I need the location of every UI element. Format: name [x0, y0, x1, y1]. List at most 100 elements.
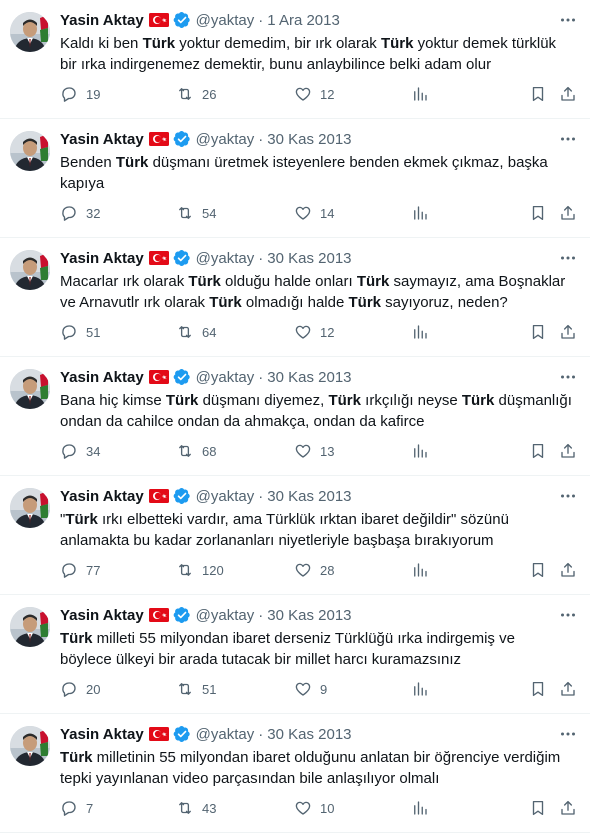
author-handle[interactable]: @yaktay: [196, 250, 255, 267]
share-button[interactable]: [559, 679, 577, 699]
repost-button[interactable]: 51: [176, 679, 216, 699]
repost-button[interactable]: 54: [176, 203, 216, 223]
bookmark-button[interactable]: [529, 203, 547, 223]
views-button[interactable]: [411, 560, 429, 580]
tweet[interactable]: Yasin Aktay @yaktay · 30 Kas 2013: [0, 357, 590, 476]
reply-button[interactable]: 32: [60, 203, 100, 223]
share-button[interactable]: [559, 322, 577, 342]
bold-keyword: Türk: [209, 294, 242, 311]
tweet-date[interactable]: 30 Kas 2013: [267, 250, 351, 267]
author-handle[interactable]: @yaktay: [196, 726, 255, 743]
heart-icon: [295, 87, 311, 101]
author-handle[interactable]: @yaktay: [196, 488, 255, 505]
author-name[interactable]: Yasin Aktay: [60, 369, 144, 386]
text-segment: kapıya: [60, 175, 105, 192]
avatar[interactable]: [10, 131, 50, 171]
tweet-text-line: ve Arnavutlr ırk olarak Türk olmadığı ha…: [60, 292, 582, 313]
bookmark-button[interactable]: [529, 322, 547, 342]
bookmark-button[interactable]: [529, 441, 547, 461]
reply-button[interactable]: 19: [60, 84, 100, 104]
author-handle[interactable]: @yaktay: [196, 369, 255, 386]
bookmark-button[interactable]: [529, 798, 547, 818]
repost-icon: [179, 683, 191, 695]
bookmark-button[interactable]: [529, 679, 547, 699]
like-button[interactable]: 12: [294, 84, 334, 104]
tweet-date[interactable]: 30 Kas 2013: [267, 607, 351, 624]
bookmark-button[interactable]: [529, 560, 547, 580]
avatar[interactable]: [10, 12, 50, 52]
bold-keyword: Türk: [188, 273, 221, 290]
tweet[interactable]: Yasin Aktay @yaktay · 30 Kas 2013: [0, 238, 590, 357]
author-name[interactable]: Yasin Aktay: [60, 12, 144, 29]
verified-badge-icon: [173, 487, 191, 505]
reply-button[interactable]: 20: [60, 679, 100, 699]
tweet-date[interactable]: 30 Kas 2013: [267, 131, 351, 148]
tweet-date[interactable]: 1 Ara 2013: [267, 12, 340, 29]
more-options-icon[interactable]: [558, 486, 578, 506]
tweet-date[interactable]: 30 Kas 2013: [267, 369, 351, 386]
views-button[interactable]: [411, 84, 429, 104]
views-button[interactable]: [411, 679, 429, 699]
avatar[interactable]: [10, 369, 50, 409]
share-button[interactable]: [559, 203, 577, 223]
like-button[interactable]: 28: [294, 560, 334, 580]
like-button[interactable]: 12: [294, 322, 334, 342]
repost-button[interactable]: 26: [176, 84, 216, 104]
more-options-icon[interactable]: [558, 367, 578, 387]
avatar[interactable]: [10, 488, 50, 528]
like-button[interactable]: 9: [294, 679, 327, 699]
reply-button[interactable]: 34: [60, 441, 100, 461]
reply-icon: [62, 87, 76, 102]
reply-button[interactable]: 7: [60, 798, 93, 818]
author-name[interactable]: Yasin Aktay: [60, 250, 144, 267]
author-handle[interactable]: @yaktay: [196, 131, 255, 148]
share-icon: [561, 324, 575, 339]
tweet-date[interactable]: 30 Kas 2013: [267, 488, 351, 505]
views-button[interactable]: [411, 203, 429, 223]
author-name[interactable]: Yasin Aktay: [60, 131, 144, 148]
more-options-icon[interactable]: [558, 724, 578, 744]
like-button[interactable]: 14: [294, 203, 334, 223]
more-options-icon[interactable]: [558, 129, 578, 149]
heart-icon: [295, 444, 311, 458]
avatar[interactable]: [10, 250, 50, 290]
bold-keyword: Türk: [165, 392, 199, 409]
like-button[interactable]: 13: [294, 441, 334, 461]
author-handle[interactable]: @yaktay: [196, 12, 255, 29]
reply-button[interactable]: 77: [60, 560, 100, 580]
views-button[interactable]: [411, 441, 429, 461]
share-button[interactable]: [559, 441, 577, 461]
author-handle[interactable]: @yaktay: [196, 607, 255, 624]
tweet[interactable]: Yasin Aktay @yaktay · 30 Kas 2013: [0, 595, 590, 714]
repost-button[interactable]: 120: [176, 560, 224, 580]
tweet[interactable]: Yasin Aktay @yaktay · 30 Kas 2013: [0, 476, 590, 595]
share-button[interactable]: [559, 560, 577, 580]
bookmark-icon: [532, 800, 544, 816]
text-segment: milletinin 55 milyondan ibaret olduğunu …: [92, 749, 561, 766]
views-button[interactable]: [411, 798, 429, 818]
reply-button[interactable]: 51: [60, 322, 100, 342]
repost-button[interactable]: 43: [176, 798, 216, 818]
like-button[interactable]: 10: [294, 798, 334, 818]
author-name[interactable]: Yasin Aktay: [60, 607, 144, 624]
tweet[interactable]: Yasin Aktay @yaktay · 1 Ara 2013 Kaldı k…: [0, 0, 590, 119]
views-button[interactable]: [411, 322, 429, 342]
tweet[interactable]: Yasin Aktay @yaktay · 30 Kas 2013: [0, 714, 590, 833]
share-button[interactable]: [559, 84, 577, 104]
more-options-icon[interactable]: [558, 248, 578, 268]
bookmark-button[interactable]: [529, 84, 547, 104]
text-segment: sayıyoruz, neden?: [381, 294, 508, 311]
more-options-icon[interactable]: [558, 605, 578, 625]
author-name[interactable]: Yasin Aktay: [60, 726, 144, 743]
repost-button[interactable]: 64: [176, 322, 216, 342]
share-button[interactable]: [559, 798, 577, 818]
repost-button[interactable]: 68: [176, 441, 216, 461]
more-options-icon[interactable]: [558, 10, 578, 30]
avatar[interactable]: [10, 726, 50, 766]
author-name[interactable]: Yasin Aktay: [60, 488, 144, 505]
avatar[interactable]: [10, 607, 50, 647]
tweet[interactable]: Yasin Aktay @yaktay · 30 Kas 2013: [0, 119, 590, 238]
verified-badge-icon: [173, 11, 191, 29]
tweet-date[interactable]: 30 Kas 2013: [267, 726, 351, 743]
header-separator: ·: [258, 606, 264, 624]
